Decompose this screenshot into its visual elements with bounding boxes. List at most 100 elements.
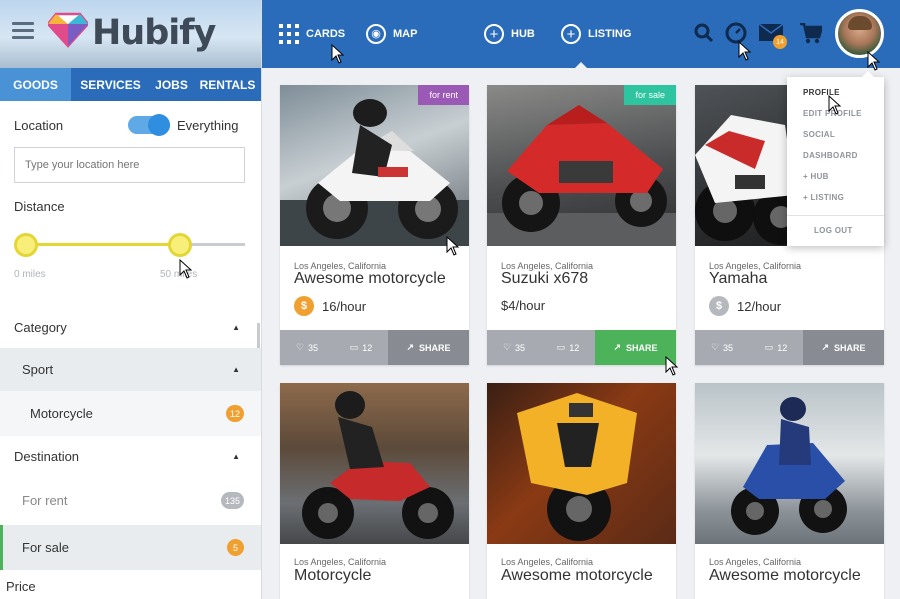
caret-up-icon: ▲: [232, 365, 240, 374]
card-title[interactable]: Suzuki x678: [501, 270, 588, 288]
listing-card[interactable]: Los Angeles, California Awesome motorcyc…: [695, 383, 884, 599]
location-input[interactable]: [14, 147, 245, 183]
comment-count: 12: [362, 342, 373, 353]
card-title[interactable]: Awesome motorcycle: [294, 270, 446, 288]
location-label: Location: [14, 118, 64, 133]
comment-button[interactable]: ▭ 12: [334, 330, 388, 365]
card-title[interactable]: Motorcycle: [294, 567, 371, 585]
share-label: SHARE: [834, 342, 866, 353]
card-price-value: 16/hour: [322, 298, 367, 314]
plus-circle-icon: +: [561, 24, 581, 44]
active-nav-pointer: [574, 62, 588, 69]
card-title[interactable]: Yamaha: [709, 270, 767, 288]
listing-card[interactable]: Los Angeles, California Awesome motorcyc…: [487, 383, 676, 599]
caret-up-icon: ▲: [232, 322, 240, 332]
for-sale-label: For sale: [22, 540, 69, 555]
like-button[interactable]: ♡ 35: [695, 330, 749, 365]
nav-cards[interactable]: CARDS: [279, 24, 345, 44]
listing-card[interactable]: for sale Los Angeles, California Suzuki …: [487, 85, 676, 365]
everything-label: Everything: [177, 118, 239, 133]
sidebar-scrollbar[interactable]: [257, 323, 260, 351]
comment-button[interactable]: ▭ 12: [749, 330, 803, 365]
distance-min-label: 0 miles: [14, 269, 46, 280]
price-label[interactable]: Price: [6, 579, 36, 594]
for-sale-count-badge: 5: [227, 539, 244, 556]
motorcycle-photo[interactable]: [487, 85, 676, 246]
comment-count: 12: [777, 342, 788, 353]
motorcycle-photo[interactable]: [280, 383, 469, 544]
tab-goods[interactable]: GOODS: [0, 68, 71, 101]
plus-circle-icon: +: [484, 24, 504, 44]
everything-toggle[interactable]: [128, 114, 170, 136]
motorcycle-photo[interactable]: [280, 85, 469, 246]
mouse-cursor-icon: [738, 41, 752, 61]
motorcycle-label: Motorcycle: [30, 406, 93, 421]
share-button[interactable]: ↗ SHARE: [595, 330, 676, 365]
filter-sport[interactable]: Sport ▲: [0, 348, 261, 391]
share-label: SHARE: [419, 342, 451, 353]
distance-slider-fill: [26, 243, 181, 246]
like-button[interactable]: ♡ 35: [280, 330, 334, 365]
card-location: Los Angeles, California: [501, 557, 594, 567]
brand-name[interactable]: Hubify: [92, 13, 216, 53]
distance-slider-min-handle[interactable]: [14, 233, 38, 257]
for-sale-ribbon: for sale: [624, 85, 676, 105]
destination-header[interactable]: Destination ▲: [0, 436, 261, 476]
motorcycle-photo[interactable]: [487, 383, 676, 544]
filter-for-sale[interactable]: For sale 5: [0, 525, 261, 570]
comment-button[interactable]: ▭ 12: [541, 330, 595, 365]
mouse-cursor-icon: [828, 95, 842, 115]
card-location: Los Angeles, California: [294, 557, 387, 567]
share-button[interactable]: ↗ SHARE: [388, 330, 469, 365]
sport-label: Sport: [22, 362, 54, 377]
card-title[interactable]: Awesome motorcycle: [501, 567, 653, 585]
destination-label: Destination: [14, 448, 80, 464]
dollar-coin-icon: $: [294, 296, 314, 316]
messages-button[interactable]: 14: [758, 23, 787, 49]
filter-for-rent[interactable]: For rent 135: [0, 478, 261, 523]
cart-icon[interactable]: [800, 23, 822, 44]
like-button[interactable]: ♡ 35: [487, 330, 541, 365]
card-price: $ 16/hour: [294, 296, 366, 316]
nav-listing-label: LISTING: [588, 28, 632, 40]
share-button[interactable]: ↗ SHARE: [803, 330, 884, 365]
search-icon[interactable]: [694, 23, 714, 43]
tab-jobs[interactable]: JOBS: [150, 68, 193, 101]
card-footer: ♡ 35 ▭ 12 ↗ SHARE: [695, 330, 884, 365]
like-count: 35: [515, 342, 526, 353]
hubify-app: Hubify GOODS SERVICES JOBS RENTALS Locat…: [0, 0, 900, 599]
comment-count: 12: [569, 342, 580, 353]
nav-hub[interactable]: + HUB: [484, 24, 535, 44]
menu-item-log-out[interactable]: LOG OUT: [814, 226, 853, 235]
tab-rentals[interactable]: RENTALS: [193, 68, 261, 101]
nav-listing[interactable]: + LISTING: [561, 24, 631, 44]
for-rent-count-badge: 135: [220, 492, 244, 509]
comment-icon: ▭: [764, 342, 774, 352]
motorcycle-photo[interactable]: [695, 383, 884, 544]
distance-slider-max-handle[interactable]: [168, 233, 192, 257]
nav-map[interactable]: ◉ MAP: [366, 24, 417, 44]
motorcycle-count-badge: 12: [225, 405, 244, 422]
card-footer: ♡ 35 ▭ 12 ↗ SHARE: [280, 330, 469, 365]
comment-icon: ▭: [349, 342, 359, 352]
mouse-cursor-icon: [179, 259, 193, 279]
menu-item-add-hub[interactable]: + HUB: [803, 172, 829, 181]
mouse-cursor-icon: [446, 236, 460, 256]
menu-item-social[interactable]: SOCIAL: [803, 130, 835, 139]
tab-services[interactable]: SERVICES: [71, 68, 150, 101]
listing-card[interactable]: Los Angeles, California Motorcycle: [280, 383, 469, 599]
dollar-coin-icon: $: [709, 296, 729, 316]
heart-icon: ♡: [295, 342, 305, 352]
menu-item-add-listing[interactable]: + LISTING: [803, 193, 844, 202]
listing-card[interactable]: for rent Los Angeles, California Awesome…: [280, 85, 469, 365]
card-location: Los Angeles, California: [709, 557, 802, 567]
like-count: 35: [308, 342, 319, 353]
card-title[interactable]: Awesome motorcycle: [709, 567, 861, 585]
menu-item-dashboard[interactable]: DASHBOARD: [803, 151, 858, 160]
hamburger-menu-icon[interactable]: [12, 22, 34, 40]
heart-icon: ♡: [710, 342, 720, 352]
category-header[interactable]: Category ▲: [0, 309, 261, 345]
filter-motorcycle[interactable]: Motorcycle 12: [0, 391, 261, 436]
mouse-cursor-icon: [331, 44, 345, 64]
card-price-value: 12/hour: [737, 298, 782, 314]
